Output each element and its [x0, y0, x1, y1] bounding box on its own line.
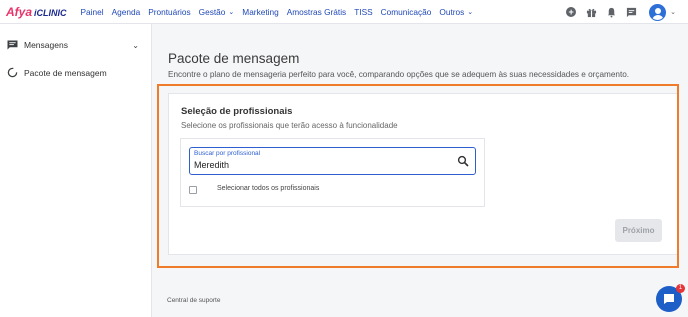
main-nav: Painel Agenda Prontuários Gestão ⌄ Market…: [81, 7, 482, 17]
nav-gestao[interactable]: Gestão ⌄: [199, 7, 235, 17]
chat-icon: [664, 294, 674, 304]
sidebar-item-label: Pacote de mensagem: [24, 67, 107, 78]
nav-agenda[interactable]: Agenda: [112, 7, 141, 17]
nav-tiss[interactable]: TISS: [354, 7, 372, 17]
top-navigation-bar: Afya iCLINIC Painel Agenda Prontuários G…: [0, 0, 688, 24]
search-professional-input[interactable]: Buscar por profissional Meredith: [189, 147, 476, 175]
avatar-icon[interactable]: [649, 3, 667, 21]
add-circle-icon[interactable]: +: [565, 6, 577, 18]
nav-tiss-label: TISS: [354, 6, 373, 17]
logo-iclinic: iCLINIC: [34, 7, 67, 18]
logo[interactable]: Afya iCLINIC: [6, 5, 67, 19]
select-all-checkbox[interactable]: [189, 186, 197, 194]
search-value[interactable]: Meredith: [194, 160, 229, 170]
sidebar-item-label: Mensagens: [24, 39, 68, 50]
nav-amostras-label: Amostras Grátis: [286, 6, 347, 17]
page-subtitle: Encontre o plano de mensageria perfeito …: [168, 70, 630, 79]
nav-prontuarios-label: Prontuários: [148, 6, 191, 17]
search-label: Buscar por profissional: [194, 150, 261, 157]
nav-marketing[interactable]: Marketing: [242, 7, 278, 17]
nav-amostras-gratis[interactable]: Amostras Grátis: [287, 7, 346, 17]
nav-prontuarios[interactable]: Prontuários: [148, 7, 190, 17]
sidebar-item-mensagens[interactable]: Mensagens: [7, 39, 68, 50]
nav-painel[interactable]: Painel: [81, 7, 104, 17]
nav-comunicacao-label: Comunicação: [380, 6, 432, 17]
bell-icon[interactable]: [605, 6, 617, 18]
search-icon[interactable]: [457, 154, 469, 167]
sidebar: Mensagens ⌄ Pacote de mensagem: [0, 24, 152, 317]
nav-gestao-label: Gestão: [198, 6, 226, 17]
chevron-down-icon[interactable]: ⌄: [670, 8, 676, 16]
nav-outros-label: Outros: [439, 6, 465, 17]
nav-marketing-label: Marketing: [242, 6, 279, 17]
support-link[interactable]: Central de suporte: [167, 297, 220, 304]
message-icon[interactable]: [625, 6, 637, 18]
nav-agenda-label: Agenda: [111, 6, 141, 17]
top-icons: + ⌄: [565, 0, 688, 24]
notification-badge: 1: [676, 284, 685, 293]
nav-painel-label: Painel: [80, 6, 104, 17]
chevron-down-icon: ⌄: [228, 8, 235, 16]
section-subtitle: Selecione os profissionais que terão ace…: [181, 121, 398, 130]
nav-outros[interactable]: Outros ⌄: [439, 7, 473, 17]
next-button[interactable]: Próximo: [615, 219, 662, 242]
page-title: Pacote de mensagem: [168, 51, 300, 66]
section-title: Seleção de profissionais: [181, 106, 293, 117]
logo-afya: Afya: [6, 4, 33, 19]
message-icon: [7, 39, 18, 50]
gift-icon[interactable]: [585, 6, 597, 18]
sidebar-item-pacote-de-mensagem[interactable]: Pacote de mensagem: [7, 67, 107, 78]
chevron-down-icon[interactable]: ⌄: [132, 41, 139, 50]
chevron-down-icon: ⌄: [467, 8, 474, 16]
select-all-label[interactable]: Selecionar todos os profissionais: [217, 185, 319, 192]
loading-circle-icon: [7, 67, 18, 78]
nav-comunicacao[interactable]: Comunicação: [381, 7, 432, 17]
